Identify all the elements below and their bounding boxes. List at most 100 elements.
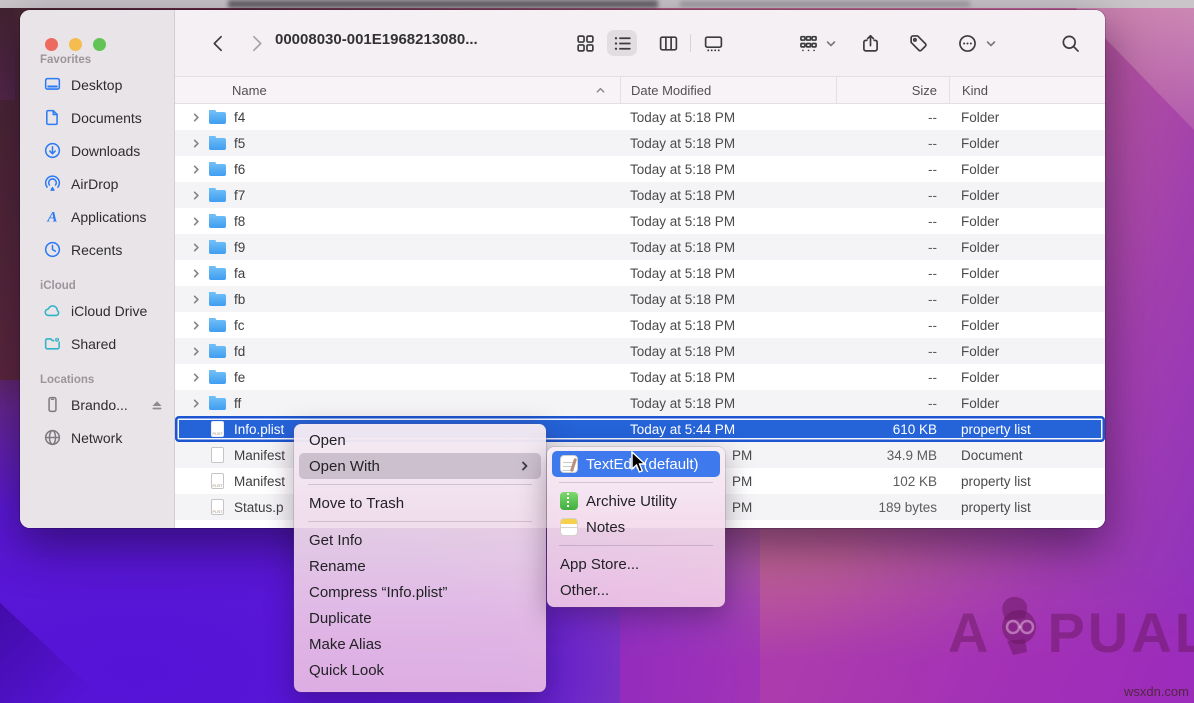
disclosure-chevron-icon[interactable] bbox=[191, 346, 207, 357]
sidebar-item-airdrop[interactable]: AirDrop bbox=[20, 167, 174, 200]
table-row-fe-10[interactable]: feToday at 5:18 PM--Folder bbox=[175, 364, 1105, 390]
submenu-item-notes[interactable]: Notes bbox=[552, 514, 720, 540]
shared-folder-icon bbox=[42, 334, 62, 354]
size-cell: 102 KB bbox=[836, 474, 949, 489]
disclosure-chevron-icon[interactable] bbox=[191, 216, 207, 227]
back-button[interactable] bbox=[203, 30, 233, 56]
menu-item-duplicate[interactable]: Duplicate bbox=[299, 605, 541, 631]
file-name-label: f8 bbox=[234, 214, 245, 229]
sidebar-item-brando[interactable]: Brando... bbox=[20, 388, 174, 421]
context-menu: OpenOpen With Move to Trash Get InfoRename… bbox=[294, 424, 546, 692]
menu-item-compress-info-plist[interactable]: Compress “Info.plist” bbox=[299, 579, 541, 605]
file-name-cell: f9 bbox=[175, 240, 620, 255]
plist-badge: PLIST bbox=[212, 483, 222, 488]
file-name-label: fe bbox=[234, 370, 245, 385]
close-window-button[interactable] bbox=[45, 38, 58, 51]
menu-separator bbox=[308, 484, 532, 485]
table-row-fd-9[interactable]: fdToday at 5:18 PM--Folder bbox=[175, 338, 1105, 364]
table-row-fb-7[interactable]: fbToday at 5:18 PM--Folder bbox=[175, 286, 1105, 312]
column-header-kind[interactable]: Kind bbox=[949, 77, 1105, 103]
search-button[interactable] bbox=[1055, 30, 1085, 56]
disclosure-chevron-icon[interactable] bbox=[191, 164, 207, 175]
kind-cell: Folder bbox=[949, 292, 1105, 307]
disclosure-chevron-icon[interactable] bbox=[191, 398, 207, 409]
folder-icon bbox=[209, 372, 226, 384]
tags-button[interactable] bbox=[903, 30, 933, 56]
disclosure-chevron-icon[interactable] bbox=[191, 190, 207, 201]
icon-view-button[interactable] bbox=[570, 30, 600, 56]
file-name-label: f7 bbox=[234, 188, 245, 203]
submenu-item-app-store[interactable]: App Store... bbox=[552, 551, 720, 577]
table-row-f4-0[interactable]: f4Today at 5:18 PM--Folder bbox=[175, 104, 1105, 130]
sidebar-item-recents[interactable]: Recents bbox=[20, 233, 174, 266]
disclosure-chevron-icon[interactable] bbox=[191, 242, 207, 253]
minimize-window-button[interactable] bbox=[69, 38, 82, 51]
menu-item-make-alias[interactable]: Make Alias bbox=[299, 631, 541, 657]
file-name-label: fa bbox=[234, 266, 245, 281]
menu-item-rename[interactable]: Rename bbox=[299, 553, 541, 579]
disclosure-chevron-icon[interactable] bbox=[191, 138, 207, 149]
menu-item-move-to-trash[interactable]: Move to Trash bbox=[299, 490, 541, 516]
size-cell: -- bbox=[836, 136, 949, 151]
table-row-f8-4[interactable]: f8Today at 5:18 PM--Folder bbox=[175, 208, 1105, 234]
submenu-item-other[interactable]: Other... bbox=[552, 577, 720, 603]
sidebar-item-applications[interactable]: AApplications bbox=[20, 200, 174, 233]
menu-item-open-with[interactable]: Open With bbox=[299, 453, 541, 479]
disclosure-chevron-icon[interactable] bbox=[191, 268, 207, 279]
zoom-window-button[interactable] bbox=[93, 38, 106, 51]
share-button[interactable] bbox=[855, 30, 885, 56]
group-button[interactable] bbox=[793, 30, 823, 56]
kind-cell: Folder bbox=[949, 136, 1105, 151]
list-view-button[interactable] bbox=[607, 30, 637, 56]
date-modified-cell: Today at 5:18 PM bbox=[620, 292, 836, 307]
file-name-cell: f6 bbox=[175, 162, 620, 177]
more-chevron-down-icon[interactable] bbox=[985, 37, 997, 49]
menu-item-open[interactable]: Open bbox=[299, 427, 541, 453]
table-row-fc-8[interactable]: fcToday at 5:18 PM--Folder bbox=[175, 312, 1105, 338]
disclosure-chevron-icon[interactable] bbox=[191, 294, 207, 305]
file-name-label: f6 bbox=[234, 162, 245, 177]
watermark-text-left: A bbox=[948, 600, 991, 665]
column-header-date-modified[interactable]: Date Modified bbox=[620, 77, 836, 103]
file-name-cell: fb bbox=[175, 292, 620, 307]
table-row-f5-1[interactable]: f5Today at 5:18 PM--Folder bbox=[175, 130, 1105, 156]
menu-item-get-info[interactable]: Get Info bbox=[299, 527, 541, 553]
file-name-cell: f4 bbox=[175, 110, 620, 125]
column-header-size[interactable]: Size bbox=[836, 77, 949, 103]
disclosure-chevron-icon[interactable] bbox=[191, 112, 207, 123]
disclosure-chevron-icon[interactable] bbox=[191, 320, 207, 331]
disclosure-chevron-icon[interactable] bbox=[191, 372, 207, 383]
more-actions-button[interactable] bbox=[952, 30, 982, 56]
table-row-fa-6[interactable]: faToday at 5:18 PM--Folder bbox=[175, 260, 1105, 286]
cropped-text-smudge bbox=[228, 0, 658, 8]
column-view-button[interactable] bbox=[653, 30, 683, 56]
eject-icon[interactable] bbox=[150, 398, 164, 412]
table-row-f6-2[interactable]: f6Today at 5:18 PM--Folder bbox=[175, 156, 1105, 182]
textedit-app-icon bbox=[560, 455, 578, 473]
clock-icon bbox=[42, 240, 62, 260]
column-header-name[interactable]: Name bbox=[175, 77, 620, 103]
table-row-f7-3[interactable]: f7Today at 5:18 PM--Folder bbox=[175, 182, 1105, 208]
submenu-item-archive-utility[interactable]: Archive Utility bbox=[552, 488, 720, 514]
sidebar-item-network[interactable]: Network bbox=[20, 421, 174, 454]
sidebar-item-shared[interactable]: Shared bbox=[20, 327, 174, 360]
sidebar-item-documents[interactable]: Documents bbox=[20, 101, 174, 134]
table-row-f9-5[interactable]: f9Today at 5:18 PM--Folder bbox=[175, 234, 1105, 260]
group-chevron-down-icon[interactable] bbox=[825, 37, 837, 49]
gallery-view-button[interactable] bbox=[698, 30, 728, 56]
sidebar-item-desktop[interactable]: Desktop bbox=[20, 68, 174, 101]
size-cell: -- bbox=[836, 240, 949, 255]
menu-item-quick-look[interactable]: Quick Look bbox=[299, 657, 541, 683]
kind-cell: Folder bbox=[949, 396, 1105, 411]
kind-cell: Folder bbox=[949, 344, 1105, 359]
sidebar-item-icloud-drive[interactable]: iCloud Drive bbox=[20, 294, 174, 327]
download-circle-icon bbox=[42, 141, 62, 161]
kind-cell: property list bbox=[949, 500, 1105, 515]
table-row-ff-11[interactable]: ffToday at 5:18 PM--Folder bbox=[175, 390, 1105, 416]
forward-button[interactable] bbox=[241, 30, 271, 56]
sidebar-item-label: Shared bbox=[71, 336, 116, 352]
watermark-text-right: PUALS bbox=[1047, 600, 1194, 665]
sidebar-item-downloads[interactable]: Downloads bbox=[20, 134, 174, 167]
sidebar-item-label: Downloads bbox=[71, 143, 140, 159]
plist-file-icon: PLIST bbox=[211, 473, 224, 489]
